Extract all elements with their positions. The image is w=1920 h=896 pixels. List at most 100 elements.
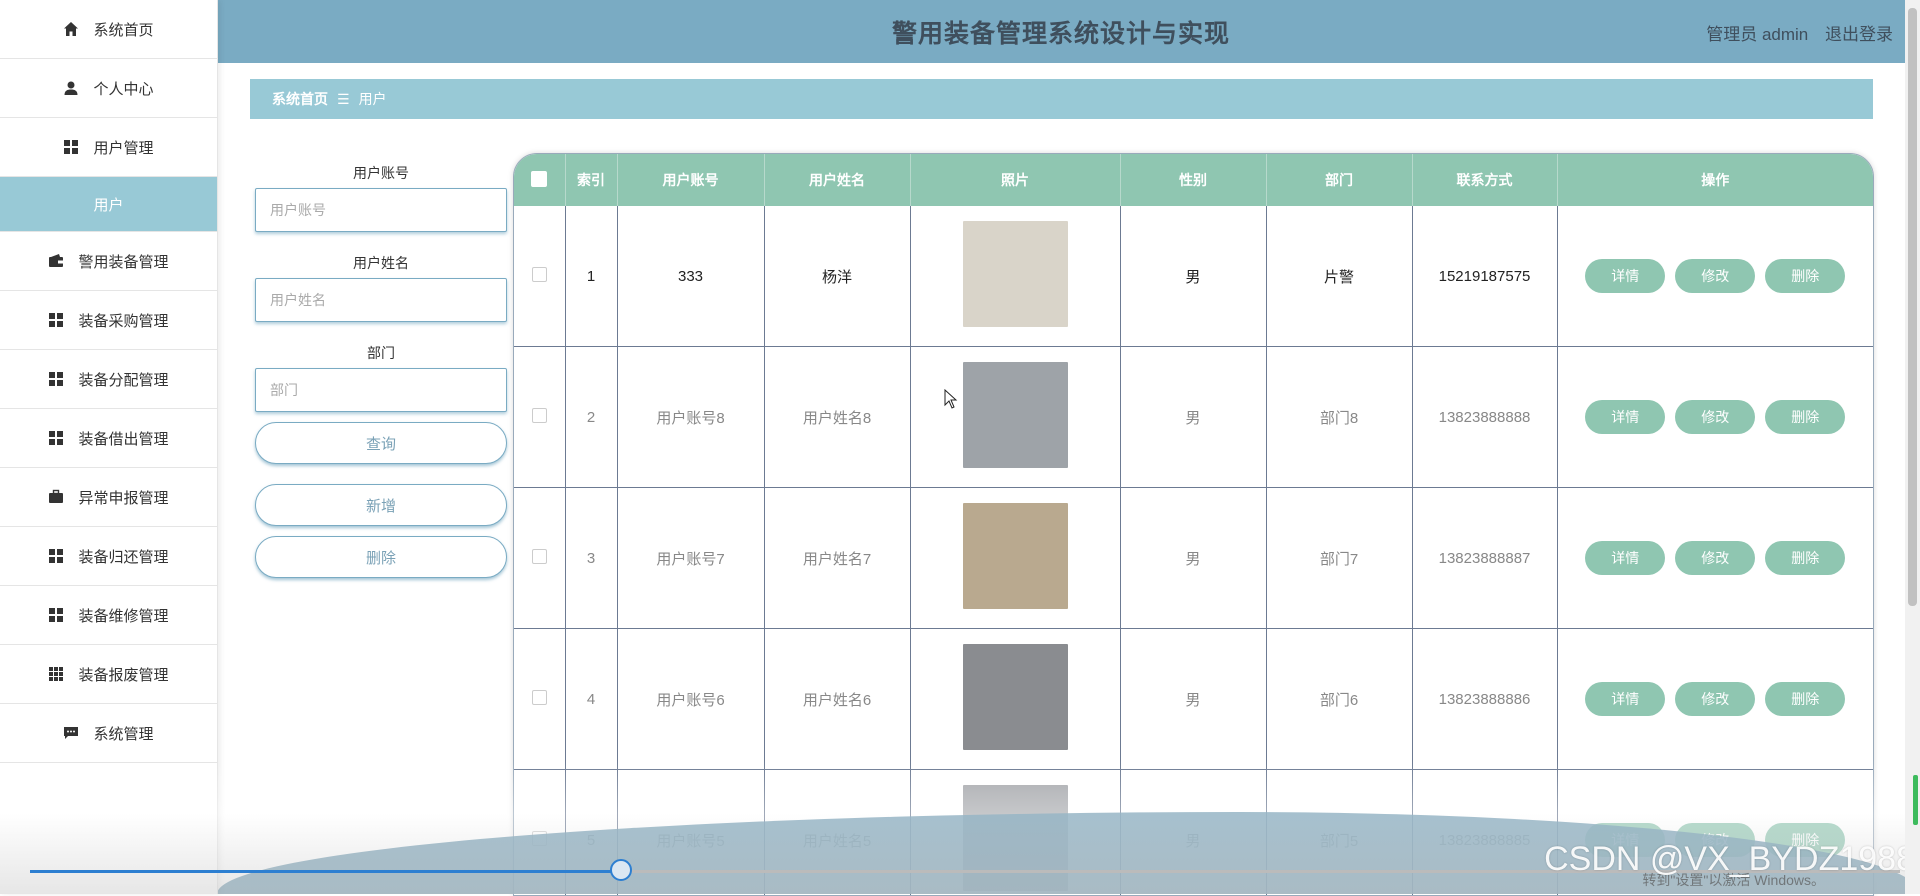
ops-cell: 详情修改删除 [1557,206,1873,347]
sidebar-item-label: 装备采购管理 [78,310,168,331]
edit-button[interactable]: 修改 [1675,682,1755,716]
row-select-cell [514,629,565,770]
account-cell: 用户账号7 [617,488,764,629]
row-delete-button[interactable]: 删除 [1765,259,1845,293]
row-checkbox[interactable] [532,267,547,282]
sidebar-item-label: 警用装备管理 [78,251,168,272]
page-scrollbar[interactable] [1905,0,1920,894]
select-all-checkbox[interactable] [531,171,547,187]
account-cell: 用户账号6 [617,629,764,770]
grid-icon [48,607,64,623]
gender-cell: 男 [1120,347,1266,488]
sidebar-item-label: 装备借出管理 [78,428,168,449]
table-header-row: 索引 用户账号 用户姓名 照片 性别 部门 联系方式 操作 [514,154,1873,206]
sidebar-item[interactable]: 警用装备管理 [0,232,217,291]
page-title: 警用装备管理系统设计与实现 [892,14,1230,50]
sidebar-item[interactable]: 异常申报管理 [0,468,217,527]
edit-button[interactable]: 修改 [1675,541,1755,575]
detail-button[interactable]: 详情 [1585,682,1665,716]
query-button[interactable]: 查询 [255,422,507,464]
user-photo [963,362,1068,468]
breadcrumb-current: 用户 [359,89,387,109]
top-header: 警用装备管理系统设计与实现 管理员 admin 退出登录 [217,0,1905,63]
phone-cell: 15219187575 [1412,206,1557,347]
gender-cell: 男 [1120,629,1266,770]
index-cell: 3 [565,488,617,629]
apps-icon [48,666,64,682]
admin-label: 管理员 admin [1706,25,1808,44]
row-delete-button[interactable]: 删除 [1765,400,1845,434]
column-header: 联系方式 [1412,154,1557,206]
breadcrumb-home[interactable]: 系统首页 [272,89,328,109]
detail-button[interactable]: 详情 [1585,400,1665,434]
sidebar-item[interactable]: 用户管理 [0,118,217,177]
account-input[interactable] [255,188,507,232]
sidebar-item[interactable]: 装备借出管理 [0,409,217,468]
dept-cell: 片警 [1266,206,1412,347]
name-input[interactable] [255,278,507,322]
grid-icon [48,371,64,387]
sidebar-item-label: 用户管理 [93,137,153,158]
breadcrumb-separator-icon: ☰ [337,91,350,108]
sidebar-item-label: 个人中心 [93,78,153,99]
row-delete-button[interactable]: 删除 [1765,541,1845,575]
sidebar-item[interactable]: 装备采购管理 [0,291,217,350]
gender-cell: 男 [1120,206,1266,347]
photo-cell [910,488,1120,629]
sidebar-item[interactable]: 系统管理 [0,704,217,763]
column-header: 操作 [1557,154,1873,206]
table-row: 1333杨洋男片警15219187575详情修改删除 [514,206,1873,347]
table-row: 4用户账号6用户姓名6男部门613823888886详情修改删除 [514,629,1873,770]
detail-button[interactable]: 详情 [1585,541,1665,575]
row-checkbox[interactable] [532,690,547,705]
sidebar-item[interactable]: 个人中心 [0,59,217,118]
sidebar-item[interactable]: 装备维修管理 [0,586,217,645]
phone-cell: 13823888888 [1412,347,1557,488]
grid-icon [63,139,79,155]
account-cell: 333 [617,206,764,347]
phone-cell: 13823888886 [1412,629,1557,770]
dept-label: 部门 [255,343,507,359]
row-checkbox[interactable] [532,549,547,564]
sidebar-item-label: 用户 [93,194,123,215]
sidebar-item[interactable]: 装备报废管理 [0,645,217,704]
delete-button[interactable]: 删除 [255,536,507,578]
sidebar-item[interactable]: 用户 [0,177,217,232]
chat-icon [63,725,79,741]
column-header: 部门 [1266,154,1412,206]
edit-button[interactable]: 修改 [1675,259,1755,293]
name-cell: 用户姓名7 [764,488,910,629]
sidebar-item[interactable]: 系统首页 [0,0,217,59]
user-photo [963,503,1068,609]
user-photo [963,644,1068,750]
ops-cell: 详情修改删除 [1557,488,1873,629]
sidebar-item[interactable]: 装备分配管理 [0,350,217,409]
row-select-cell [514,347,565,488]
photo-cell [910,206,1120,347]
sidebar-item-label: 装备维修管理 [78,605,168,626]
row-checkbox[interactable] [532,408,547,423]
sidebar-item-label: 装备分配管理 [78,369,168,390]
add-button[interactable]: 新增 [255,484,507,526]
search-panel: 用户账号 用户姓名 部门 查询 新增 删除 [255,160,507,578]
detail-button[interactable]: 详情 [1585,259,1665,293]
home-icon [63,21,79,37]
logout-link[interactable]: 退出登录 [1825,25,1893,44]
table-row: 2用户账号8用户姓名8男部门813823888888详情修改删除 [514,347,1873,488]
edit-button[interactable]: 修改 [1675,400,1755,434]
column-header: 用户姓名 [764,154,910,206]
row-delete-button[interactable]: 删除 [1765,682,1845,716]
breadcrumb: 系统首页 ☰ 用户 [250,79,1873,119]
sidebar-item[interactable]: 装备归还管理 [0,527,217,586]
header-user-area: 管理员 admin 退出登录 [1694,20,1893,45]
sidebar-item-label: 异常申报管理 [78,487,168,508]
column-header: 照片 [910,154,1120,206]
photo-cell [910,629,1120,770]
dept-input[interactable] [255,368,507,412]
account-cell: 用户账号8 [617,347,764,488]
dept-cell: 部门7 [1266,488,1412,629]
scrollbar-thumb[interactable] [1908,8,1917,606]
row-select-cell [514,488,565,629]
name-cell: 用户姓名6 [764,629,910,770]
scroll-indicator [1913,775,1918,825]
